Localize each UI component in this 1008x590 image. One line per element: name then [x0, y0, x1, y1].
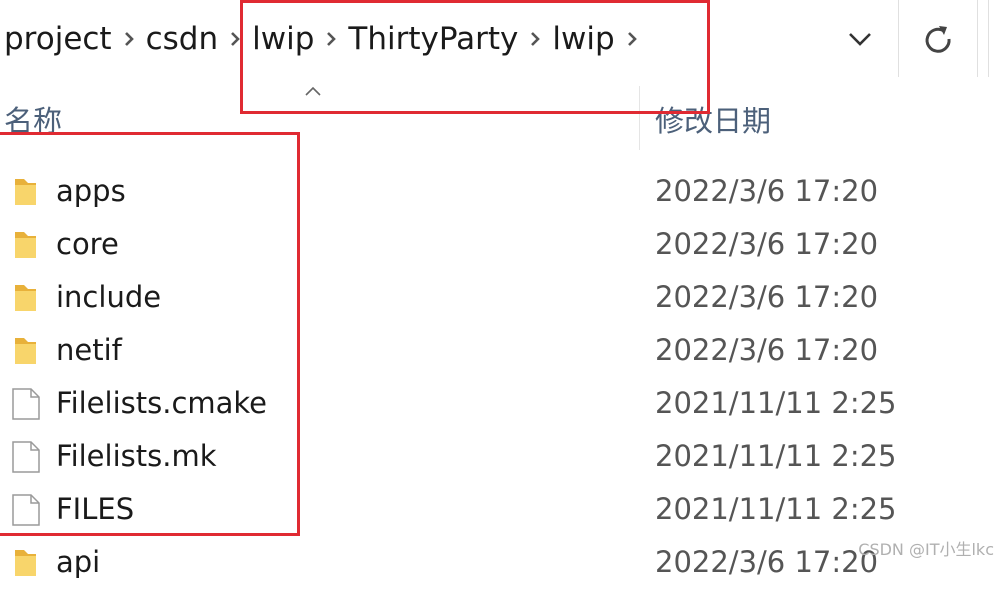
- refresh-button[interactable]: [898, 0, 978, 77]
- watermark: CSDN @IT小生lkc: [858, 540, 994, 559]
- address-bar[interactable]: project csdn lwip ThirtyParty lwip: [0, 0, 989, 77]
- file-date: 2022/3/6 17:20: [655, 545, 879, 579]
- list-item-netif[interactable]: netif 2022/3/6 17:20: [0, 325, 1008, 378]
- list-item-files[interactable]: FILES 2021/11/11 2:25: [0, 484, 1008, 537]
- file-name: netif: [56, 333, 122, 367]
- file-name: include: [56, 280, 162, 314]
- breadcrumb-item-csdn[interactable]: csdn: [146, 21, 219, 57]
- chevron-right-icon[interactable]: [518, 0, 552, 77]
- file-icon: [12, 494, 40, 526]
- breadcrumb-item-thirtyparty[interactable]: ThirtyParty: [348, 21, 518, 57]
- file-list: apps 2022/3/6 17:20 core 2022/3/6 17:20 …: [0, 166, 1008, 590]
- file-icon: [12, 441, 40, 473]
- column-header-row: 名称 修改日期: [0, 86, 1008, 150]
- chevron-right-icon[interactable]: [218, 0, 252, 77]
- file-name: core: [56, 227, 119, 261]
- breadcrumb-item-lwip[interactable]: lwip: [252, 21, 314, 57]
- list-item-include[interactable]: include 2022/3/6 17:20: [0, 272, 1008, 325]
- list-item-filelists-cmake[interactable]: Filelists.cmake 2021/11/11 2:25: [0, 378, 1008, 431]
- file-name: Filelists.mk: [56, 439, 217, 473]
- list-item-core[interactable]: core 2022/3/6 17:20: [0, 219, 1008, 272]
- folder-icon: [15, 232, 36, 258]
- list-item-filelists-mk[interactable]: Filelists.mk 2021/11/11 2:25: [0, 431, 1008, 484]
- address-history-dropdown[interactable]: [832, 0, 888, 77]
- list-item-api[interactable]: api 2022/3/6 17:20: [0, 537, 1008, 590]
- refresh-icon: [925, 25, 951, 53]
- file-name: FILES: [56, 492, 135, 526]
- breadcrumb-item-lwip-current[interactable]: lwip: [552, 21, 614, 57]
- folder-icon: [15, 338, 36, 364]
- file-name: Filelists.cmake: [56, 386, 268, 420]
- file-date: 2022/3/6 17:20: [655, 280, 879, 314]
- chevron-right-icon[interactable]: [615, 0, 649, 77]
- column-divider[interactable]: [639, 86, 640, 150]
- file-date: 2021/11/11 2:25: [655, 386, 897, 420]
- file-date: 2022/3/6 17:20: [655, 333, 879, 367]
- chevron-right-icon[interactable]: [112, 0, 146, 77]
- file-date: 2022/3/6 17:20: [655, 174, 879, 208]
- breadcrumb-item-project[interactable]: project: [4, 21, 112, 57]
- file-date: 2022/3/6 17:20: [655, 227, 879, 261]
- file-date: 2021/11/11 2:25: [655, 439, 897, 473]
- file-icon: [12, 388, 40, 420]
- chevron-right-icon[interactable]: [314, 0, 348, 77]
- folder-icon: [15, 179, 36, 205]
- breadcrumb[interactable]: project csdn lwip ThirtyParty lwip: [4, 0, 649, 77]
- file-name: apps: [56, 174, 126, 208]
- folder-icon: [15, 550, 36, 576]
- column-header-name[interactable]: 名称: [4, 98, 62, 140]
- search-box-edge[interactable]: [988, 0, 989, 77]
- folder-icon: [15, 285, 36, 311]
- chevron-down-icon: [849, 32, 871, 46]
- column-header-date-modified[interactable]: 修改日期: [655, 98, 771, 140]
- file-date: 2021/11/11 2:25: [655, 492, 897, 526]
- file-name: api: [56, 545, 101, 579]
- list-item-apps[interactable]: apps 2022/3/6 17:20: [0, 166, 1008, 219]
